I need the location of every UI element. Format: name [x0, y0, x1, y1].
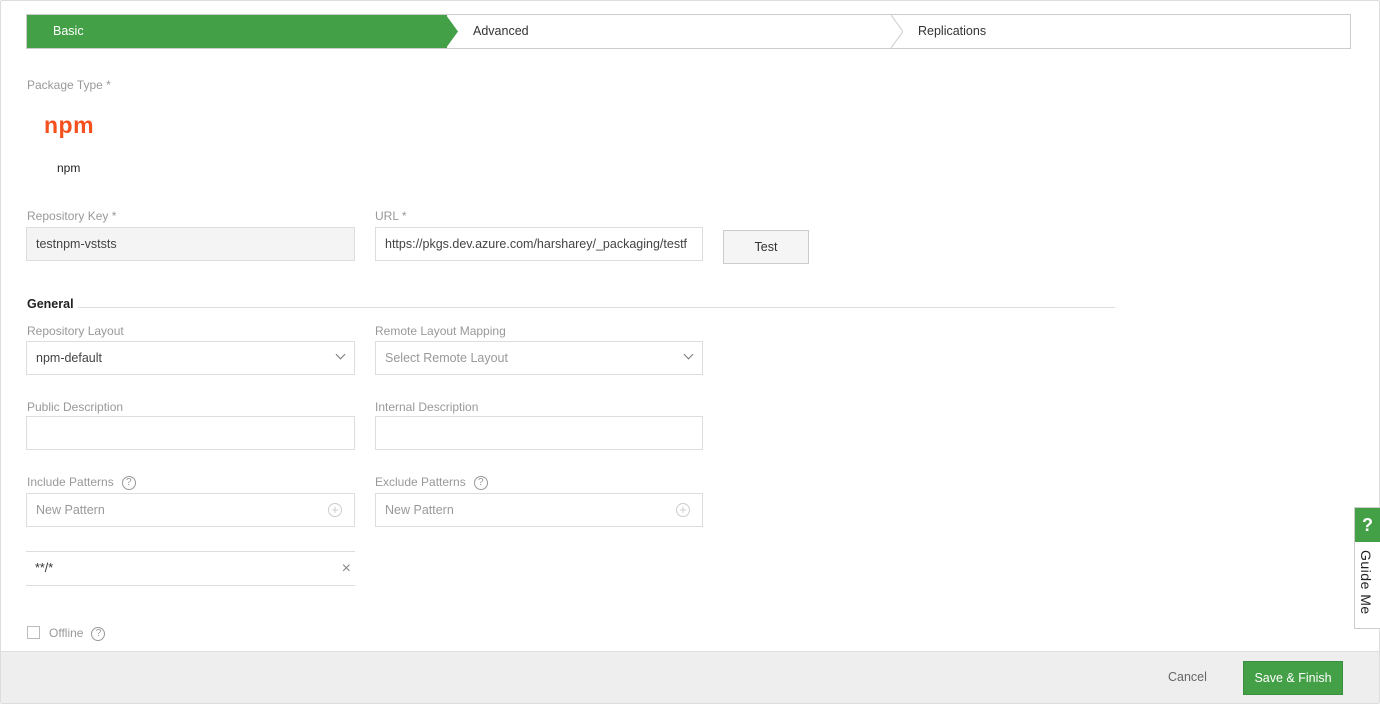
pattern-value: **/*: [35, 561, 54, 575]
step-arrow: [446, 15, 458, 48]
cancel-button[interactable]: Cancel: [1168, 670, 1207, 684]
chevron-down-icon: [683, 349, 694, 360]
exclude-pattern-input[interactable]: New Pattern +: [375, 493, 703, 527]
chevron-down-icon: [335, 349, 346, 360]
internal-desc-field[interactable]: [375, 416, 703, 450]
npm-logo[interactable]: npm: [44, 112, 94, 139]
step-basic[interactable]: Basic: [27, 15, 447, 48]
include-patterns-label: Include Patterns?: [27, 475, 136, 490]
repo-layout-select[interactable]: npm-default: [26, 341, 355, 375]
step-advanced[interactable]: Advanced: [473, 15, 893, 48]
guide-me-tab[interactable]: ? Guide Me: [1354, 507, 1380, 629]
step-divider: [891, 15, 903, 48]
add-circle-icon[interactable]: +: [328, 503, 342, 517]
footer-bar: Cancel Save & Finish: [1, 651, 1379, 703]
remote-layout-label: Remote Layout Mapping: [375, 324, 506, 338]
step-replications[interactable]: Replications: [918, 15, 1338, 48]
help-icon[interactable]: ?: [121, 475, 136, 490]
label-text: Offline: [49, 626, 84, 640]
help-icon[interactable]: ?: [473, 475, 488, 490]
url-field[interactable]: https://pkgs.dev.azure.com/harsharey/_pa…: [375, 227, 703, 261]
add-circle-icon[interactable]: +: [676, 503, 690, 517]
include-pattern-item: **/* ×: [26, 551, 355, 586]
close-icon[interactable]: ×: [342, 552, 351, 585]
repo-key-label: Repository Key *: [27, 209, 117, 223]
repo-layout-label: Repository Layout: [27, 324, 124, 338]
step-label: Basic: [53, 24, 84, 38]
guide-me-label: Guide Me: [1358, 550, 1374, 615]
step-label: Replications: [918, 24, 987, 38]
public-desc-field[interactable]: [26, 416, 355, 450]
section-divider: [78, 307, 1115, 308]
save-finish-button[interactable]: Save & Finish: [1243, 661, 1343, 695]
help-icon[interactable]: ?: [91, 626, 106, 641]
label-text: Include Patterns: [27, 475, 114, 489]
repo-key-field[interactable]: testnpm-vststs: [26, 227, 355, 261]
wizard-steps: Basic Advanced Replications: [26, 14, 1351, 49]
internal-desc-label: Internal Description: [375, 400, 479, 414]
package-type-label: Package Type *: [27, 78, 111, 92]
input-placeholder: New Pattern: [36, 503, 105, 517]
select-value: npm-default: [36, 351, 103, 365]
test-button[interactable]: Test: [723, 230, 809, 264]
offline-checkbox[interactable]: [27, 626, 40, 639]
offline-label: Offline?: [49, 626, 106, 641]
url-label: URL *: [375, 209, 407, 223]
question-icon: ?: [1355, 508, 1380, 542]
public-desc-label: Public Description: [27, 400, 124, 414]
label-text: Exclude Patterns: [375, 475, 466, 489]
include-pattern-input[interactable]: New Pattern +: [26, 493, 355, 527]
general-section-title: General: [27, 297, 74, 311]
remote-layout-select[interactable]: Select Remote Layout: [375, 341, 703, 375]
package-type-name: npm: [57, 161, 81, 175]
step-label: Advanced: [473, 24, 529, 38]
select-placeholder: Select Remote Layout: [385, 351, 508, 365]
input-placeholder: New Pattern: [385, 503, 454, 517]
exclude-patterns-label: Exclude Patterns?: [375, 475, 488, 490]
